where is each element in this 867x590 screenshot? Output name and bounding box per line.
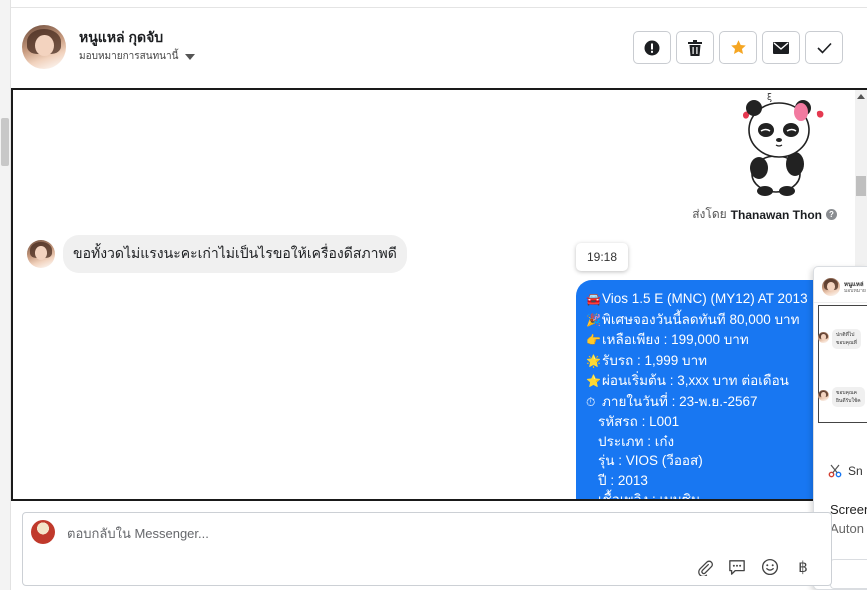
scissors-icon (828, 464, 842, 478)
done-button[interactable] (805, 31, 843, 64)
emoji-glyph-icon: ⭐ (586, 374, 601, 388)
header-actions (633, 31, 843, 64)
saved-reply-icon (729, 559, 745, 575)
emoji-button[interactable] (760, 557, 780, 577)
notification-action-button[interactable] (830, 559, 867, 589)
page-avatar (31, 520, 55, 544)
emoji-icon (761, 558, 779, 576)
preview-message-2: ขอบคุณคยินดีรับใช้ค (818, 387, 865, 407)
incoming-message: ขอทั้งวดไม่แรงนะคะเก่าไม่เป็นไรขอให้เครื… (27, 235, 407, 273)
mark-unread-button[interactable] (762, 31, 800, 64)
assign-label: มอบหมายการสนทนานี้ (79, 51, 179, 62)
outgoing-line-text: ผ่อนเริ่มต้น : 3,xxx บาท ต่อเดือน (602, 373, 789, 388)
check-icon (816, 42, 832, 54)
message-thread[interactable]: ξ ส่งโดย Thanawan Thon ? ขอทั้งวดไม่แรงน… (11, 88, 867, 501)
outgoing-line-text: รับรถ : 1,999 บาท (602, 352, 708, 368)
outgoing-line-text: ประเภท : เก๋ง (598, 433, 675, 449)
inbox-conversation-view: หนูแหล่ กุดจับ มอบหมายการสนทนานี้ ξ ส่งโ… (0, 0, 867, 590)
assign-conversation-dropdown[interactable]: มอบหมายการสนทนานี้ (79, 49, 196, 64)
snipping-tool-label: Sn (828, 464, 863, 478)
reply-composer: ฿ (22, 512, 832, 586)
info-icon[interactable]: ? (826, 209, 837, 220)
preview-msg-avatar (818, 390, 829, 401)
caret-down-icon (185, 53, 196, 60)
preview-mini-header: หนูแหล่ มอบหมาย (814, 267, 867, 303)
outgoing-line-text: รหัสรถ : L001 (598, 414, 680, 429)
outgoing-line-text: พิเศษจองวันนี้ลดทันที 80,000 บาท (602, 311, 800, 327)
incoming-message-bubble[interactable]: ขอทั้งวดไม่แรงนะคะเก่าไม่เป็นไรขอให้เครื… (63, 235, 407, 273)
outgoing-line-text: รุ่น : VIOS (วีออส) (598, 453, 703, 468)
composer-tools: ฿ (694, 557, 813, 577)
attach-button[interactable] (694, 557, 714, 577)
outgoing-line-text: ภายในวันที่ : 23-พ.ย.-2567 (602, 393, 758, 409)
sent-by-prefix: ส่งโดย (692, 207, 727, 221)
saved-reply-button[interactable] (727, 557, 747, 577)
preview-msg-1-line-1: ปกติที่ไป (836, 332, 855, 338)
thread-scrollbar-thumb[interactable] (856, 176, 866, 196)
left-scrollbar-thumb[interactable] (1, 118, 9, 166)
outgoing-line-text: ปี : 2013 (598, 472, 648, 488)
star-button[interactable] (719, 31, 757, 64)
trash-icon (688, 39, 702, 56)
preview-avatar (822, 278, 840, 296)
preview-msg-avatar (818, 332, 829, 343)
sender-name: Thanawan Thon (730, 207, 822, 222)
snipping-tool-name: Sn (848, 464, 863, 478)
preview-msg-1-line-2: ขอบคุณที่ (836, 340, 857, 346)
notification-title: Screen (830, 502, 867, 517)
sent-by-label: ส่งโดย Thanawan Thon ? (692, 205, 837, 224)
left-scrollbar[interactable] (0, 0, 11, 590)
preview-msg-2-line-1: ขอบคุณค (836, 390, 857, 396)
emoji-glyph-icon: 👉 (586, 333, 601, 347)
scroll-up-arrow-icon[interactable] (857, 94, 865, 99)
panda-sticker: ξ (742, 93, 824, 196)
notification-body: Auton (830, 521, 864, 536)
star-icon (730, 40, 746, 55)
preview-sub: มอบหมาย (844, 288, 866, 294)
preview-message-1: ปกติที่ไปขอบคุณที่ (818, 329, 861, 349)
mail-icon (773, 41, 789, 54)
paperclip-icon (697, 560, 713, 576)
conversation-header: หนูแหล่ กุดจับ มอบหมายการสนทนานี้ (11, 8, 867, 88)
outgoing-line-text: Vios 1.5 E (MNC) (MY12) AT 2013 (602, 291, 808, 306)
emoji-glyph-icon: ⏱ (586, 394, 596, 409)
alert-icon (644, 40, 660, 55)
preview-msg-2-line-2: ยินดีรับใช้ค (836, 398, 861, 404)
emoji-glyph-icon: 🚘 (586, 292, 601, 306)
timestamp-tooltip: 19:18 (576, 243, 629, 271)
outgoing-line-text: เชื้อเพลิง : เบนซิน (598, 492, 701, 501)
payment-button[interactable]: ฿ (793, 557, 813, 577)
delete-button[interactable] (676, 31, 714, 64)
svg-text:ξ: ξ (767, 93, 772, 103)
contact-avatar-small (27, 240, 55, 268)
reply-input[interactable] (67, 526, 667, 541)
outgoing-line-text: เหลือเพียง : 199,000 บาท (602, 332, 749, 347)
contact-avatar[interactable] (22, 25, 66, 69)
contact-name[interactable]: หนูแหล่ กุดจับ (79, 27, 163, 49)
baht-icon: ฿ (798, 559, 808, 576)
emoji-glyph-icon: 🌟 (586, 353, 601, 368)
mark-spam-button[interactable] (633, 31, 671, 64)
emoji-glyph-icon: 🎉 (586, 312, 601, 327)
